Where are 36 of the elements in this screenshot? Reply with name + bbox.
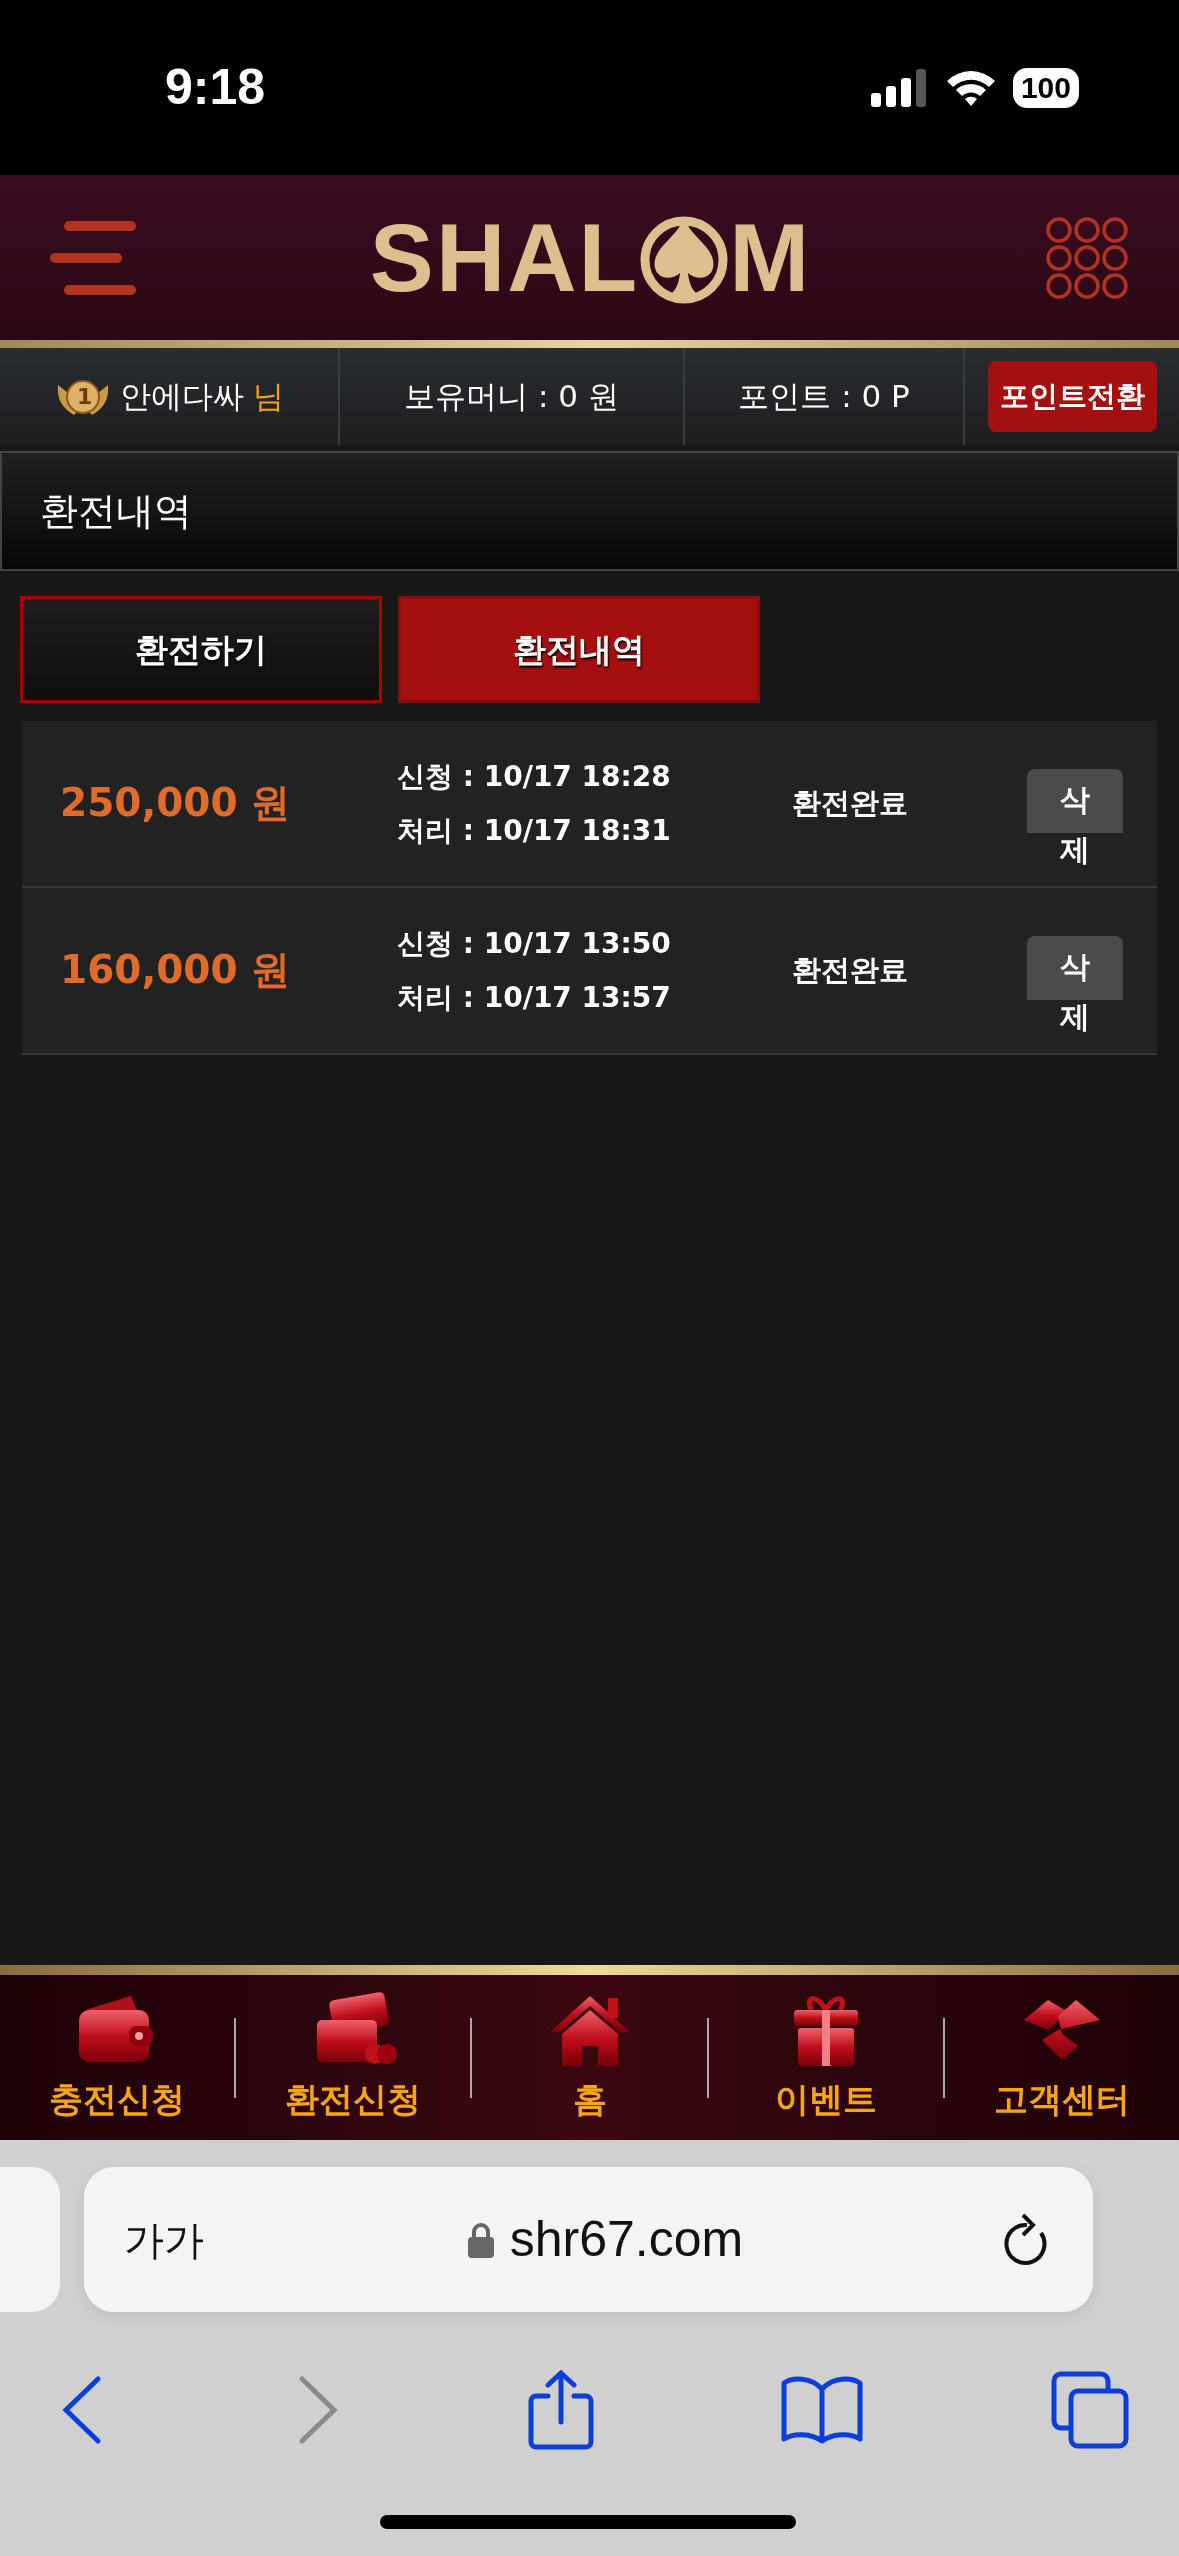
nav-item[interactable]: 이벤트 — [708, 1989, 943, 2126]
nav-item[interactable]: 충전신청 — [0, 1989, 235, 2126]
amount-text: 250,000 원 — [59, 779, 292, 828]
grid-icon[interactable] — [1045, 215, 1129, 300]
processed-time: 처리 : 10/17 18:31 — [397, 812, 672, 849]
nav-item[interactable]: 고객센터 — [944, 1989, 1179, 2126]
text-size-button[interactable]: 가가 — [118, 2208, 210, 2271]
amount-text: 160,000 원 — [59, 946, 292, 995]
page-title: 환전내역 — [40, 487, 192, 535]
nav-item[interactable]: 홈 — [472, 1989, 707, 2126]
processed-time: 처리 : 10/17 13:57 — [397, 979, 672, 1016]
request-time: 신청 : 10/17 13:50 — [397, 925, 672, 962]
convert-points-button[interactable]: 포인트전환 — [987, 360, 1157, 433]
request-time: 신청 : 10/17 18:28 — [397, 758, 672, 795]
nav-item[interactable]: 환전신청 — [236, 1989, 471, 2126]
signal-icon — [870, 68, 929, 107]
bookmarks-icon[interactable] — [781, 2375, 864, 2445]
logo-text: SHAL — [369, 209, 640, 306]
clock-time: 9:18 — [165, 58, 266, 117]
tabs-icon[interactable] — [1051, 2371, 1129, 2449]
tab[interactable]: 환전하기 — [20, 596, 382, 703]
battery-level: 100 — [1012, 67, 1079, 108]
status-text: 환전완료 — [792, 784, 909, 822]
rank-number: 1 — [75, 383, 94, 411]
status-text: 환전완료 — [792, 951, 909, 989]
lock-icon — [467, 2221, 494, 2258]
points-text: 포인트 : 0 P — [738, 377, 910, 417]
tab[interactable]: 환전내역 — [398, 596, 760, 703]
username: 안에다싸 — [119, 378, 244, 415]
share-icon[interactable] — [527, 2370, 594, 2450]
menu-icon[interactable] — [50, 220, 136, 295]
logo-text: M — [729, 209, 812, 306]
address-bar[interactable]: 가가 shr67.com — [84, 2167, 1093, 2312]
honorific-label: 님 — [253, 378, 285, 415]
balance-text: 보유머니 : 0 원 — [404, 377, 619, 417]
url-text: shr67.com — [509, 2210, 744, 2269]
